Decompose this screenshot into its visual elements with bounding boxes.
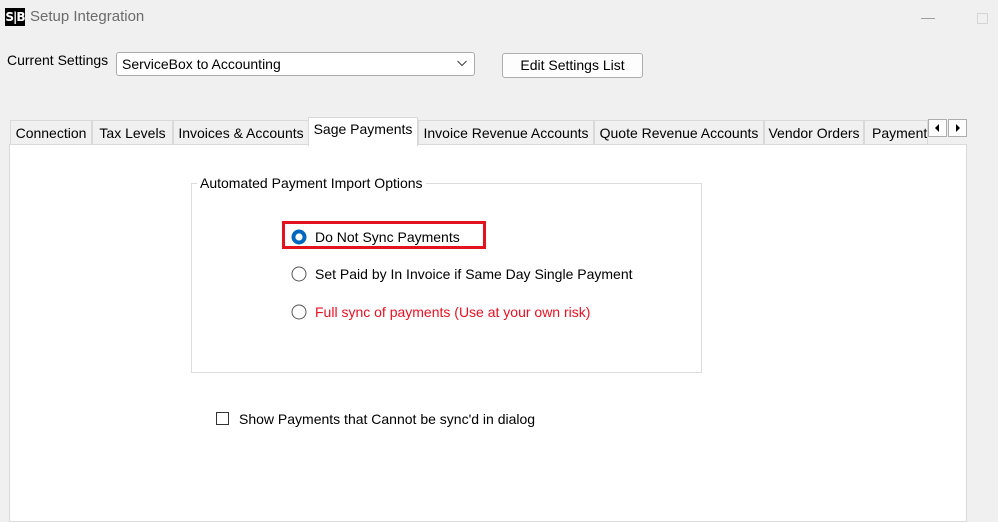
tab-connection[interactable]: Connection xyxy=(10,120,92,144)
setup-integration-window: S|B Setup Integration — Current Settings… xyxy=(0,0,998,522)
tab-invoices-accounts[interactable]: Invoices & Accounts xyxy=(173,120,309,144)
maximize-button[interactable] xyxy=(972,8,990,26)
group-title: Automated Payment Import Options xyxy=(197,175,426,191)
tab-strip: Connection Tax Levels Invoices & Account… xyxy=(0,117,998,146)
chevron-down-icon xyxy=(457,60,467,67)
tab-quote-revenue-accounts[interactable]: Quote Revenue Accounts xyxy=(594,120,764,144)
app-logo: S|B xyxy=(5,8,26,26)
tab-scroll-buttons xyxy=(928,119,968,137)
tab-tax-levels[interactable]: Tax Levels xyxy=(92,120,173,144)
tab-payment[interactable]: Payment xyxy=(864,120,928,144)
radio-unselected-icon xyxy=(291,304,307,320)
arrow-right-icon xyxy=(956,124,960,132)
radio-label: Full sync of payments (Use at your own r… xyxy=(315,304,591,320)
tab-sage-payments[interactable]: Sage Payments xyxy=(308,117,418,146)
sage-payments-tab-page: Automated Payment Import Options Do Not … xyxy=(9,144,967,522)
show-unsynced-payments-label: Show Payments that Cannot be sync'd in d… xyxy=(239,411,536,427)
arrow-left-icon xyxy=(935,124,939,132)
show-unsynced-payments-checkbox[interactable] xyxy=(216,412,229,425)
tab-vendor-orders[interactable]: Vendor Orders xyxy=(764,120,864,144)
current-settings-dropdown[interactable]: ServiceBox to Accounting xyxy=(116,52,475,76)
current-settings-value: ServiceBox to Accounting xyxy=(122,56,281,72)
radio-unselected-icon xyxy=(291,266,307,282)
edit-settings-list-button[interactable]: Edit Settings List xyxy=(502,53,643,78)
maximize-icon xyxy=(977,13,988,24)
tab-invoice-revenue-accounts[interactable]: Invoice Revenue Accounts xyxy=(418,120,594,144)
title-bar: S|B Setup Integration — xyxy=(0,0,998,34)
window-title: Setup Integration xyxy=(30,8,145,25)
tab-scroll-left-button[interactable] xyxy=(928,119,947,137)
current-settings-label: Current Settings xyxy=(7,52,109,68)
highlight-annotation xyxy=(282,221,486,249)
minimize-icon: — xyxy=(921,9,935,25)
tab-scroll-right-button[interactable] xyxy=(948,119,967,137)
minimize-button[interactable]: — xyxy=(916,6,940,28)
radio-label: Set Paid by In Invoice if Same Day Singl… xyxy=(315,266,633,282)
